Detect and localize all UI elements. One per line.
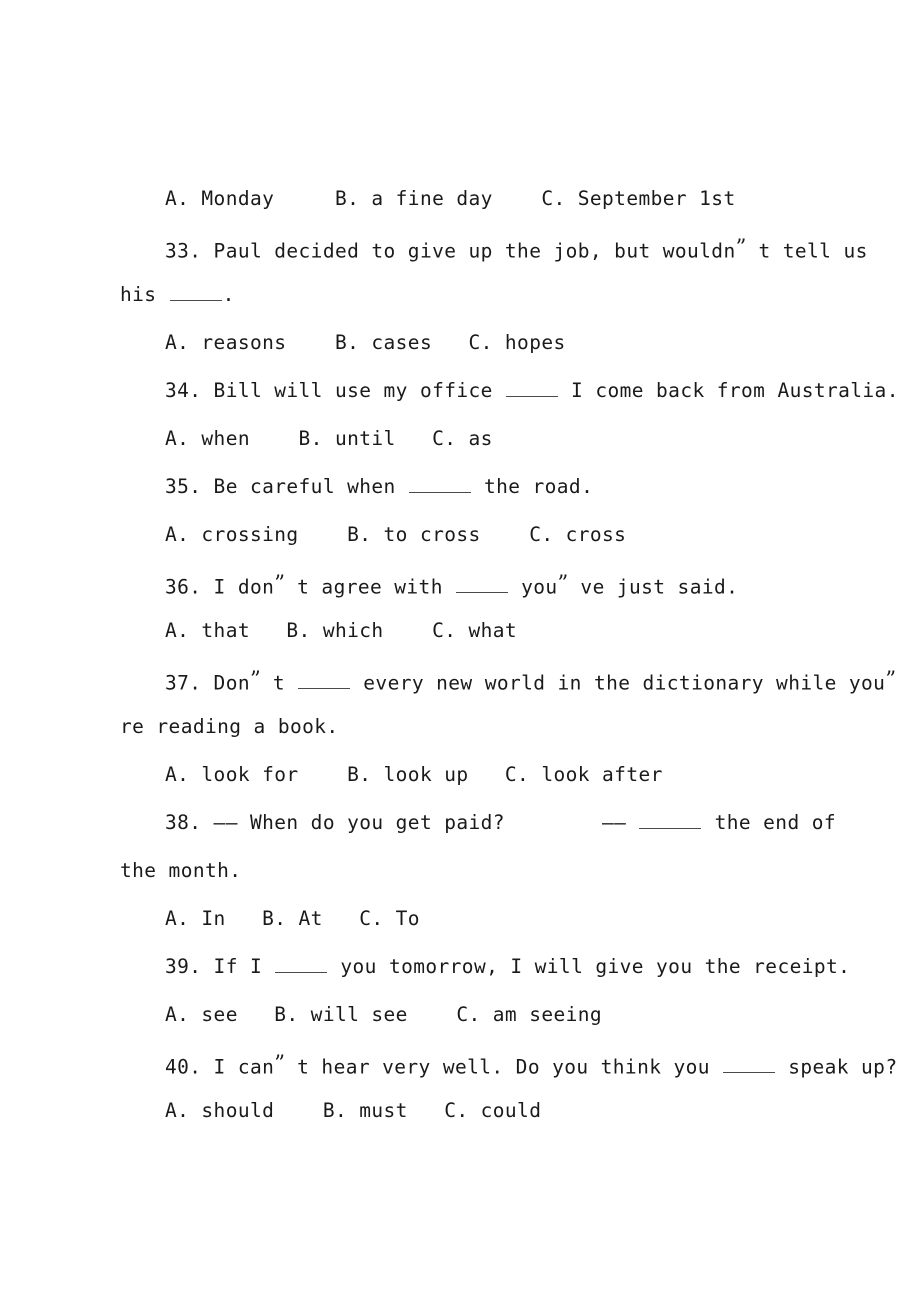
text-run: the end of <box>702 811 837 834</box>
question-line: 36. I don” t agree with you” ve just sai… <box>120 559 810 607</box>
question-line: 34. Bill will use my office I come back … <box>120 367 898 415</box>
text-run: the road. <box>471 475 594 498</box>
exam-question-list: A. Monday B. a fine day C. September 1st… <box>120 175 898 1135</box>
question-line: the month. <box>120 847 810 895</box>
fill-in-blank <box>505 378 558 397</box>
text-run: speak up? <box>776 1055 898 1079</box>
text-run: A. reasons B. cases C. hopes <box>165 331 566 354</box>
text-run: A. should B. must C. could <box>165 1099 542 1122</box>
fill-in-blank <box>455 574 508 594</box>
text-run: 36. I don <box>165 575 275 599</box>
text-run: A. look for B. look up C. look after <box>165 763 663 786</box>
text-run: I come back from Australia. <box>558 379 899 402</box>
text-run: t tell us <box>746 239 868 263</box>
answer-options-line: A. crossing B. to cross C. cross <box>120 511 810 559</box>
apostrophe-glyph: ” <box>274 1051 286 1075</box>
text-run: A. when B. until C. as <box>165 427 493 450</box>
apostrophe-glyph: ” <box>557 571 569 595</box>
text-run: A. Monday B. a fine day C. September 1st <box>165 187 736 210</box>
text-run: 38. —— When do you get paid? —— <box>165 811 639 834</box>
text-run: 37. Don <box>165 671 250 695</box>
answer-options-line: A. when B. until C. as <box>120 415 810 463</box>
answer-options-line: A. see B. will see C. am seeing <box>120 991 810 1039</box>
text-run: every new world in the dictionary while … <box>351 671 886 695</box>
fill-in-blank <box>169 282 222 301</box>
question-line: 40. I can” t hear very well. Do you thin… <box>120 1039 897 1087</box>
text-run: the month. <box>120 859 242 882</box>
text-run: 34. Bill will use my office <box>165 379 505 402</box>
text-run: re reading a book. <box>120 715 339 738</box>
question-line: 38. —— When do you get paid? —— the end … <box>120 799 836 847</box>
text-run: 39. If I <box>165 955 275 978</box>
document-page: A. Monday B. a fine day C. September 1st… <box>0 0 920 1302</box>
apostrophe-glyph: ” <box>274 571 286 595</box>
text-run: his <box>120 283 169 306</box>
text-run: A. see B. will see C. am seeing <box>165 1003 603 1026</box>
text-run: you <box>508 575 558 599</box>
answer-options-line: A. reasons B. cases C. hopes <box>120 319 810 367</box>
answer-options-line: A. In B. At C. To <box>120 895 810 943</box>
apostrophe-glyph: ” <box>249 667 261 691</box>
answer-options-line: A. look for B. look up C. look after <box>120 751 810 799</box>
text-run: A. In B. At C. To <box>165 907 420 930</box>
question-line: 39. If I you tomorrow, I will give you t… <box>120 943 850 991</box>
text-run: t <box>260 671 298 695</box>
question-line: 33. Paul decided to give up the job, but… <box>120 223 867 271</box>
answer-options-line: A. should B. must C. could <box>120 1087 810 1135</box>
text-run: A. that B. which C. what <box>165 619 518 642</box>
fill-in-blank <box>408 474 471 493</box>
fill-in-blank <box>275 954 328 973</box>
question-line: re reading a book. <box>120 703 810 751</box>
fill-in-blank <box>298 670 351 690</box>
text-run: 33. Paul decided to give up the job, but… <box>165 239 736 263</box>
text-run: . <box>222 283 235 306</box>
apostrophe-glyph: ” <box>735 235 747 259</box>
text-run: A. crossing B. to cross C. cross <box>165 523 627 546</box>
text-run: you tomorrow, I will give you the receip… <box>328 955 851 978</box>
text-run: t agree with <box>285 575 455 599</box>
text-run: 35. Be careful when <box>165 475 408 498</box>
question-line: 35. Be careful when the road. <box>120 463 810 511</box>
answer-options-line: A. Monday B. a fine day C. September 1st <box>120 175 810 223</box>
question-line: 37. Don” t every new world in the dictio… <box>120 655 896 703</box>
fill-in-blank <box>639 810 702 829</box>
text-run: ve just said. <box>568 575 739 599</box>
question-line: his . <box>120 271 810 319</box>
text-run: 40. I can <box>165 1055 275 1079</box>
text-run: t hear very well. Do you think you <box>285 1055 723 1079</box>
apostrophe-glyph: ” <box>885 667 897 691</box>
answer-options-line: A. that B. which C. what <box>120 607 810 655</box>
fill-in-blank <box>723 1054 776 1074</box>
